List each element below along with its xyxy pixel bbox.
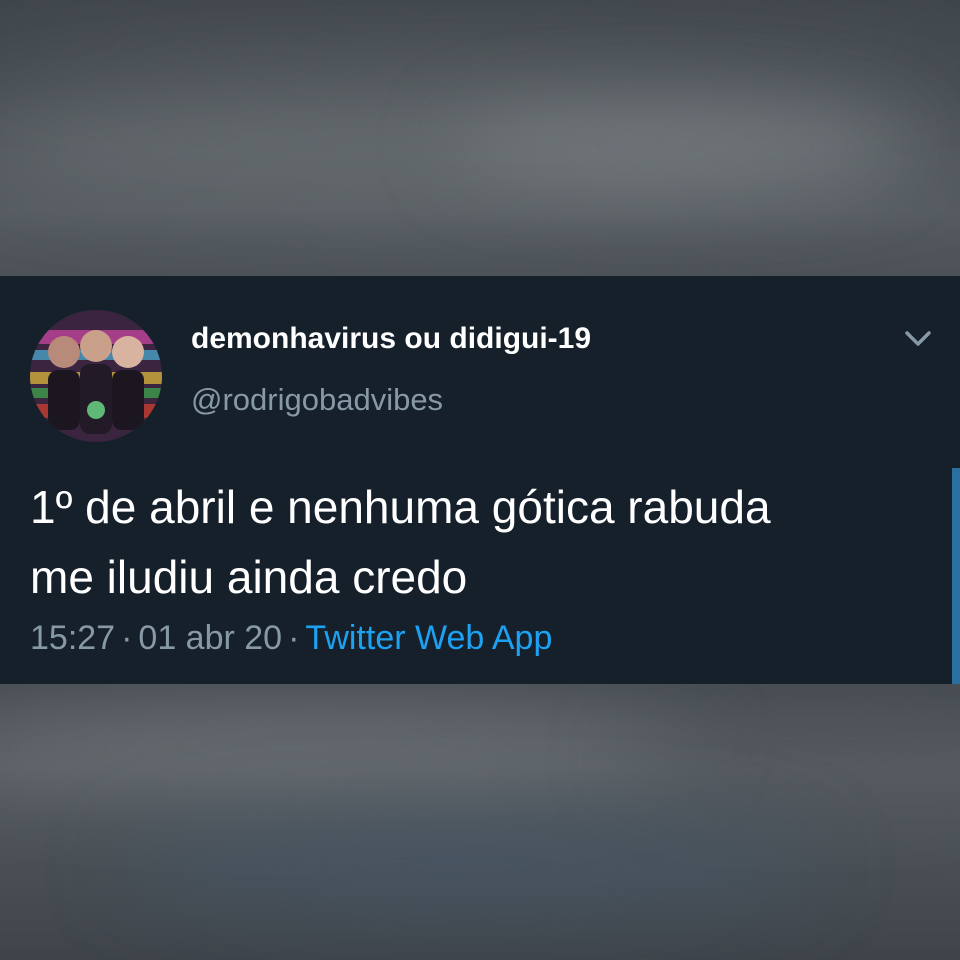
chevron-down-icon bbox=[905, 331, 931, 346]
avatar-photo-icon bbox=[30, 310, 162, 442]
display-name[interactable]: demonhavirus ou didigui-19 bbox=[191, 322, 591, 356]
tweet-date[interactable]: 01 abr 20 bbox=[138, 619, 282, 657]
tweet-source-link[interactable]: Twitter Web App bbox=[305, 619, 552, 657]
background-blur-shape bbox=[120, 820, 820, 910]
background-blur-shape bbox=[450, 110, 900, 180]
tweet-text-line: 1º de abril e nenhuma gótica rabuda bbox=[30, 481, 771, 533]
tweet-time[interactable]: 15:27 bbox=[30, 619, 115, 657]
meta-separator: · bbox=[288, 619, 300, 657]
tweet-text-line: me iludiu ainda credo bbox=[30, 551, 468, 603]
meta-separator: · bbox=[121, 619, 133, 657]
tweet-menu-button[interactable] bbox=[898, 324, 938, 354]
background-blur-shape bbox=[620, 720, 960, 790]
user-handle[interactable]: @rodrigobadvibes bbox=[191, 382, 443, 418]
tweet-meta: 15:27 · 01 abr 20 · Twitter Web App bbox=[30, 619, 552, 658]
scroll-indicator bbox=[952, 468, 960, 684]
tweet-card[interactable]: demonhavirus ou didigui-19 @rodrigobadvi… bbox=[0, 276, 960, 684]
avatar[interactable] bbox=[30, 310, 162, 442]
tweet-text: 1º de abril e nenhuma gótica rabuda me i… bbox=[30, 472, 930, 612]
background-blur-shape bbox=[0, 700, 700, 790]
background-blur-shape bbox=[0, 20, 960, 80]
